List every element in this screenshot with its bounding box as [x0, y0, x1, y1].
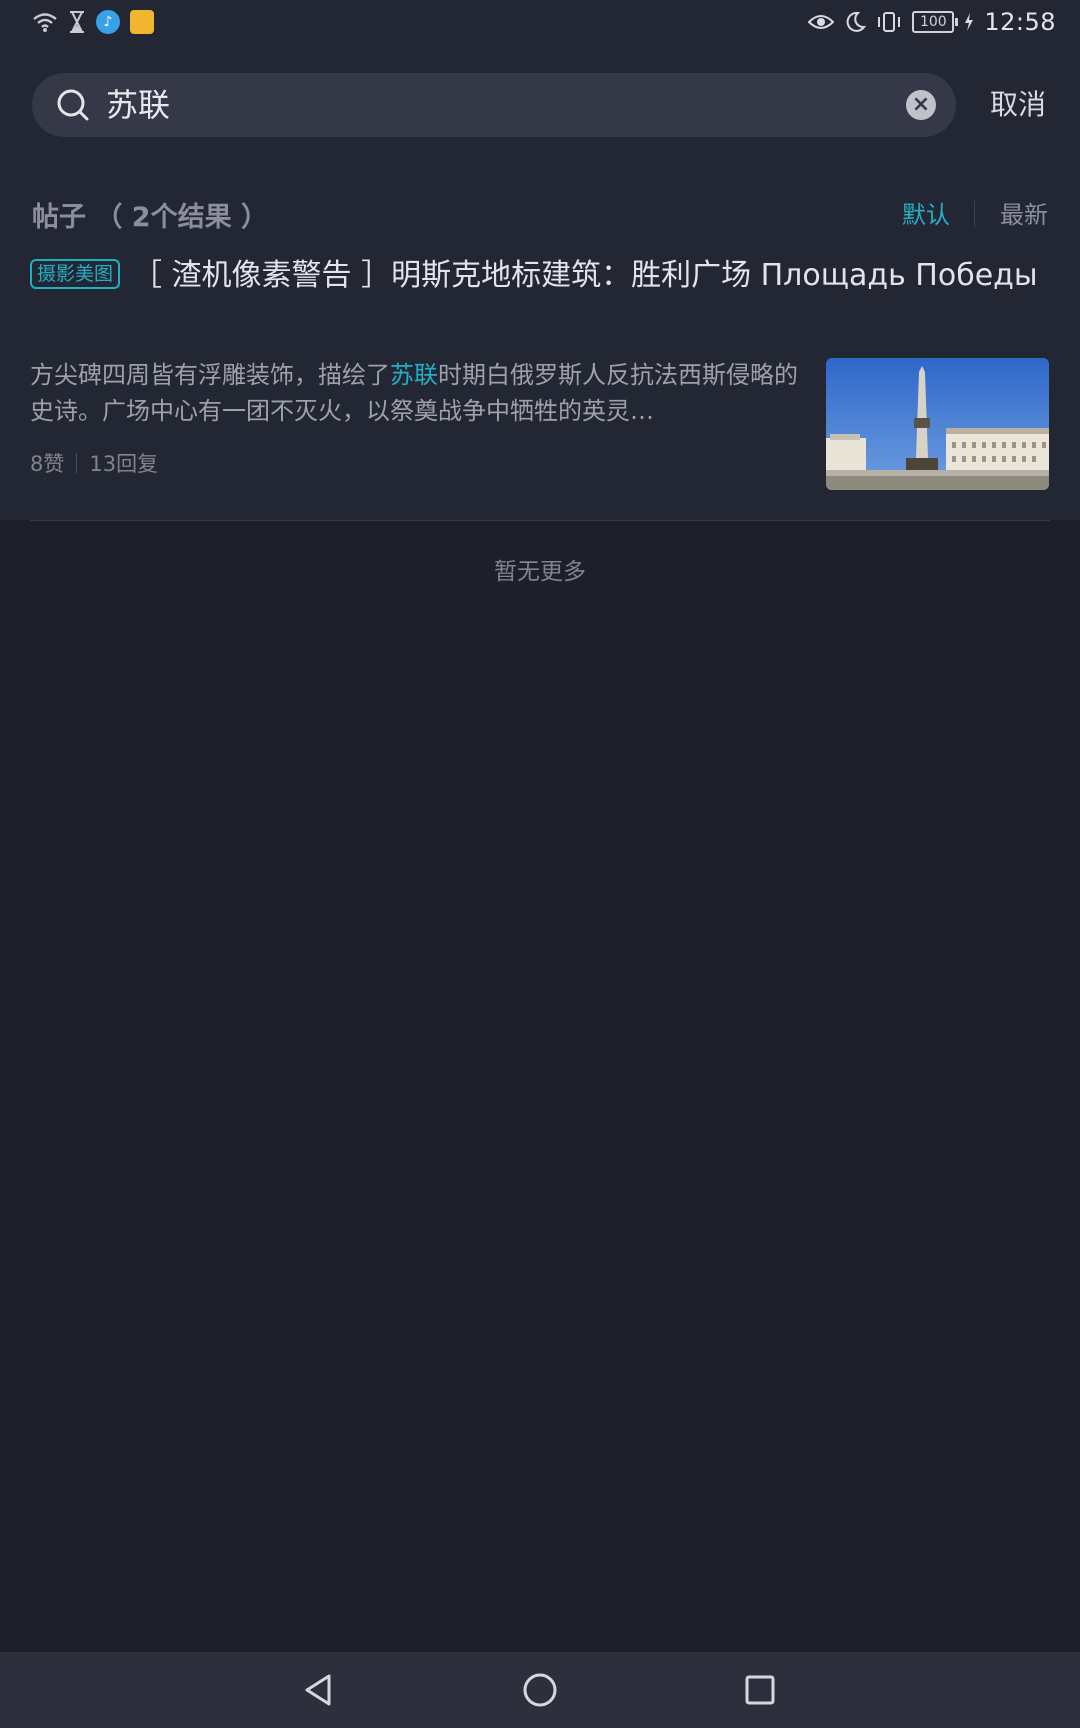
cancel-button[interactable]: 取消	[990, 73, 1046, 137]
no-more-results: 暂无更多	[494, 559, 586, 585]
results-section: 帖子 （ 2个结果 ） 默认 最新 摄影美图 ［ 渣机像素警告 ］明斯克地标建筑：…	[0, 157, 1080, 521]
post-meta: 8赞 13回复	[30, 448, 158, 478]
vibrate-icon	[878, 12, 901, 32]
status-time: 12:58	[984, 8, 1056, 36]
obelisk-photo	[826, 358, 1049, 490]
row-divider	[30, 520, 1050, 521]
app-notification-icon-2	[130, 10, 154, 34]
search-input[interactable]: 苏联 ×	[32, 73, 956, 137]
status-bar: ♪ 100 12:58	[0, 0, 1080, 50]
post-title-text: ［ 渣机像素警告 ］明斯克地标建筑：胜利广场 Площадь Победы	[132, 258, 1038, 293]
sort-divider	[974, 201, 975, 227]
sort-latest-tab[interactable]: 最新	[1000, 195, 1048, 230]
post-thumbnail[interactable]	[826, 358, 1049, 490]
excerpt-highlight: 苏联	[390, 361, 438, 389]
results-count: （ 2个结果 ）	[95, 202, 268, 233]
wifi-icon	[33, 13, 57, 32]
results-heading: 帖子 （ 2个结果 ）	[32, 195, 268, 234]
meta-divider	[76, 453, 78, 473]
status-right-icons: 100 12:58	[808, 8, 1056, 36]
clear-search-button[interactable]: ×	[906, 90, 936, 120]
search-icon	[57, 89, 89, 121]
recents-icon[interactable]	[740, 1670, 780, 1710]
post-title[interactable]: 摄影美图 ［ 渣机像素警告 ］明斯克地标建筑：胜利广场 Площадь Побед…	[30, 253, 1050, 299]
hourglass-icon	[70, 11, 84, 33]
post-replies: 13回复	[89, 452, 159, 476]
sort-default-tab[interactable]: 默认	[902, 195, 950, 230]
results-section-label: 帖子	[32, 202, 86, 233]
app-notification-icon: ♪	[96, 10, 120, 34]
back-icon[interactable]	[299, 1670, 339, 1710]
battery-icon: 100	[912, 11, 959, 33]
system-nav-bar	[0, 1652, 1080, 1728]
post-tag[interactable]: 摄影美图	[30, 259, 121, 289]
excerpt-before: 方尖碑四周皆有浮雕装饰，描绘了	[30, 361, 390, 389]
home-icon[interactable]	[520, 1670, 560, 1710]
charging-icon	[965, 13, 974, 31]
search-query: 苏联	[106, 86, 171, 124]
post-excerpt[interactable]: 方尖碑四周皆有浮雕装饰，描绘了苏联时期白俄罗斯人反抗法西斯侵略的史诗。广场中心有…	[30, 357, 800, 429]
moon-icon	[846, 11, 867, 32]
search-header: 苏联 × 取消	[0, 50, 1080, 157]
eye-comfort-icon	[808, 15, 835, 29]
status-left-icons: ♪	[32, 10, 154, 34]
post-likes: 8赞	[30, 452, 65, 476]
